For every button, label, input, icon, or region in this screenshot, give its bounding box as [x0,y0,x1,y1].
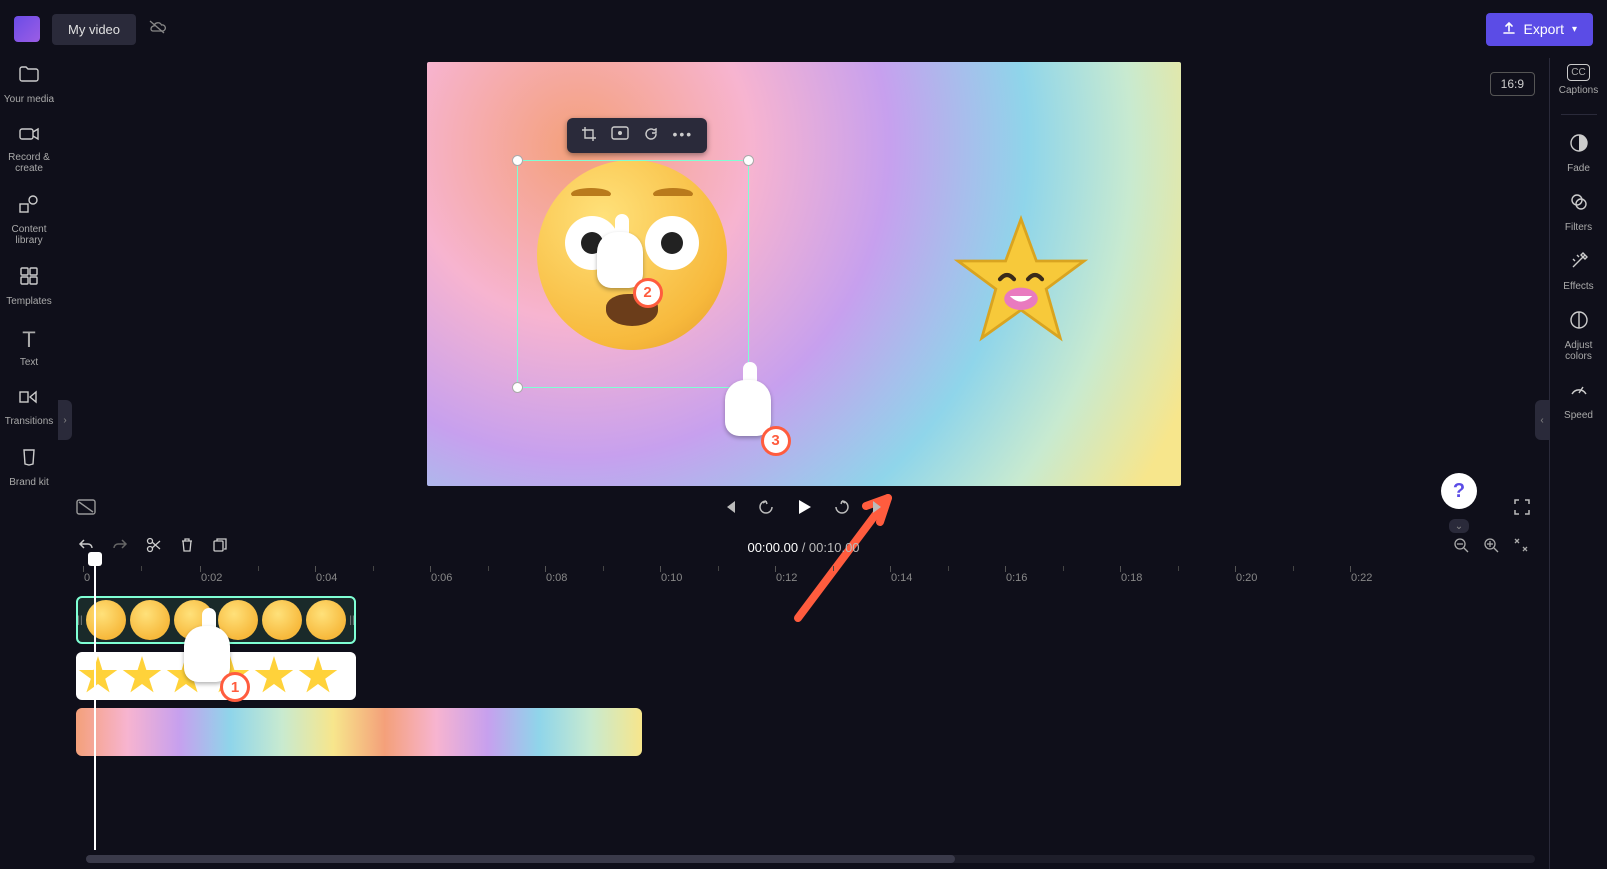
play-button[interactable] [795,498,813,521]
timeline-ruler[interactable]: 0 0:02 0:04 0:06 0:08 0:10 0:12 0:14 0:16 0:18 0:2… [76,566,1531,592]
brand-kit-icon [19,447,39,473]
expand-right-panel[interactable]: ‹ [1535,400,1549,440]
ruler-tick: 0:22 [1351,572,1372,584]
cloud-sync-off-icon [148,19,166,40]
chevron-down-icon: ▾ [1572,24,1577,35]
zoom-out-button[interactable] [1453,537,1469,558]
rightbar-filters[interactable]: Filters [1551,192,1607,233]
rightbar-speed[interactable]: Speed [1551,380,1607,421]
ruler-tick: 0:04 [316,572,337,584]
upload-icon [1502,21,1516,38]
app-logo[interactable] [14,16,40,42]
ruler-tick: 0:02 [201,572,222,584]
resize-handle-tl[interactable] [512,155,523,166]
playhead[interactable] [94,560,96,850]
camera-icon [18,125,40,148]
ruler-tick: 0:06 [431,572,452,584]
adjust-colors-icon [1569,310,1589,336]
ruler-tick: 0:10 [661,572,682,584]
rightbar-fade[interactable]: Fade [1551,133,1607,174]
effects-icon [1569,251,1589,277]
zoom-fit-button[interactable] [1513,537,1529,558]
safe-zone-icon[interactable] [76,499,96,520]
rightbar-captions[interactable]: CC Captions [1551,64,1607,96]
rightbar-adjust-colors[interactable]: Adjust colors [1551,310,1607,362]
clip-handle-left[interactable]: || [76,596,84,644]
more-icon[interactable]: ••• [673,126,694,145]
sidebar-templates[interactable]: Templates [1,266,57,307]
rightbar-effects[interactable]: Effects [1551,251,1607,292]
sidebar-record-create[interactable]: Record & create [1,125,57,174]
timeline-clip-star[interactable] [76,652,356,700]
playback-time: 00:00.00 / 00:10.00 [747,540,859,555]
fit-icon[interactable] [611,126,629,145]
templates-icon [19,266,39,292]
selection-box[interactable] [517,160,749,388]
speed-icon [1569,380,1589,406]
help-button[interactable]: ? [1441,473,1477,509]
ruler-tick: 0:12 [776,572,797,584]
shapes-icon [18,194,40,220]
timeline-clip-background[interactable] [76,708,642,756]
preview-canvas[interactable]: ••• [427,62,1181,486]
export-label: Export [1524,21,1564,37]
fullscreen-icon[interactable] [1513,498,1531,521]
resize-handle-bl[interactable] [512,382,523,393]
selection-toolbar: ••• [567,118,708,153]
timeline-tracks[interactable]: || || 1 [76,596,1531,756]
text-icon: T [22,327,35,353]
crop-icon[interactable] [581,126,597,145]
sidebar-content-library[interactable]: Content library [1,194,57,246]
rotate-icon[interactable] [643,126,659,145]
folder-icon [18,64,40,90]
sidebar-your-media[interactable]: Your media [1,64,57,105]
ruler-tick: 0:14 [891,572,912,584]
redo-button[interactable] [112,538,128,557]
resize-handle-br[interactable] [743,382,754,393]
skip-forward-icon[interactable] [871,499,887,520]
sidebar-text[interactable]: T Text [1,327,57,368]
timeline-scrollbar[interactable] [86,855,1535,863]
chevron-left-icon: ‹ [1540,415,1543,426]
captions-icon: CC [1567,64,1589,81]
aspect-ratio-badge[interactable]: 16:9 [1490,72,1535,96]
sidebar-brand-kit[interactable]: Brand kit [1,447,57,488]
skip-back-icon[interactable] [721,499,737,520]
ruler-tick: 0:08 [546,572,567,584]
resize-handle-tr[interactable] [743,155,754,166]
forward-icon[interactable] [833,498,851,521]
rewind-icon[interactable] [757,498,775,521]
timeline-clip-emoji[interactable]: || || [76,596,356,644]
ruler-tick: 0 [84,572,90,584]
video-title[interactable]: My video [52,14,136,45]
ruler-tick: 0:16 [1006,572,1027,584]
ruler-tick: 0:18 [1121,572,1142,584]
split-button[interactable] [146,537,162,558]
duplicate-button[interactable] [212,537,228,558]
ruler-tick: 0:20 [1236,572,1257,584]
zoom-in-button[interactable] [1483,537,1499,558]
transitions-icon [18,388,40,412]
fade-icon [1569,133,1589,159]
star-sticker[interactable] [951,212,1091,352]
export-button[interactable]: Export ▾ [1486,13,1594,46]
filters-icon [1569,192,1589,218]
delete-button[interactable] [180,537,194,558]
sidebar-transitions[interactable]: Transitions [1,388,57,427]
clip-handle-right[interactable]: || [348,596,356,644]
